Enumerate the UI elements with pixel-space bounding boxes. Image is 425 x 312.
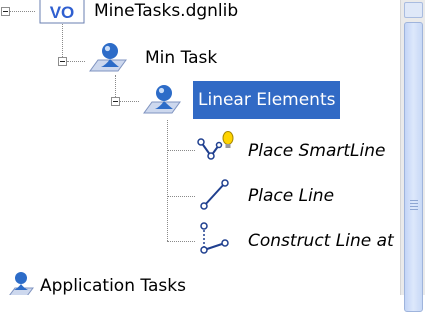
task-folder-icon xyxy=(88,40,128,74)
vo-file-icon: VO xyxy=(39,0,85,24)
svg-text:VO: VO xyxy=(50,3,75,22)
tree-item-linear-elements[interactable]: Linear Elements xyxy=(193,81,341,119)
construct-line-icon xyxy=(195,220,235,260)
tree-item-construct-line-at[interactable]: Construct Line at xyxy=(248,231,394,251)
app-tasks-icon xyxy=(7,268,39,295)
tree-item-place-smartline[interactable]: Place SmartLine xyxy=(248,141,385,161)
place-line-icon xyxy=(195,176,235,214)
tree-connector xyxy=(167,120,168,241)
collapse-toggle[interactable] xyxy=(111,97,120,106)
scroll-up-area[interactable] xyxy=(404,2,423,18)
tree-connector xyxy=(10,11,35,12)
collapse-toggle[interactable] xyxy=(1,7,10,16)
root-file-label[interactable]: MineTasks.dgnlib xyxy=(94,1,238,21)
vertical-scrollbar[interactable] xyxy=(400,0,425,312)
tree-item-application-tasks[interactable]: Application Tasks xyxy=(40,276,186,295)
tree-connector xyxy=(167,196,195,197)
tree-connector xyxy=(115,75,116,97)
tree-item-min-task[interactable]: Min Task xyxy=(145,48,217,68)
smartline-icon xyxy=(195,130,235,168)
tree-connector xyxy=(62,22,63,57)
scrollbar-thumb[interactable] xyxy=(404,22,423,312)
tree-item-place-line[interactable]: Place Line xyxy=(248,186,334,206)
task-tree[interactable]: VO MineTasks.dgnlib Min Task Linear Elem… xyxy=(0,0,400,295)
scrollbar-grip-icon xyxy=(410,200,418,210)
tree-connector xyxy=(167,150,195,151)
tree-connector xyxy=(119,101,139,102)
collapse-toggle[interactable] xyxy=(58,57,67,66)
tree-connector xyxy=(167,241,195,242)
tree-connector xyxy=(67,61,85,62)
task-folder-icon xyxy=(142,82,182,116)
